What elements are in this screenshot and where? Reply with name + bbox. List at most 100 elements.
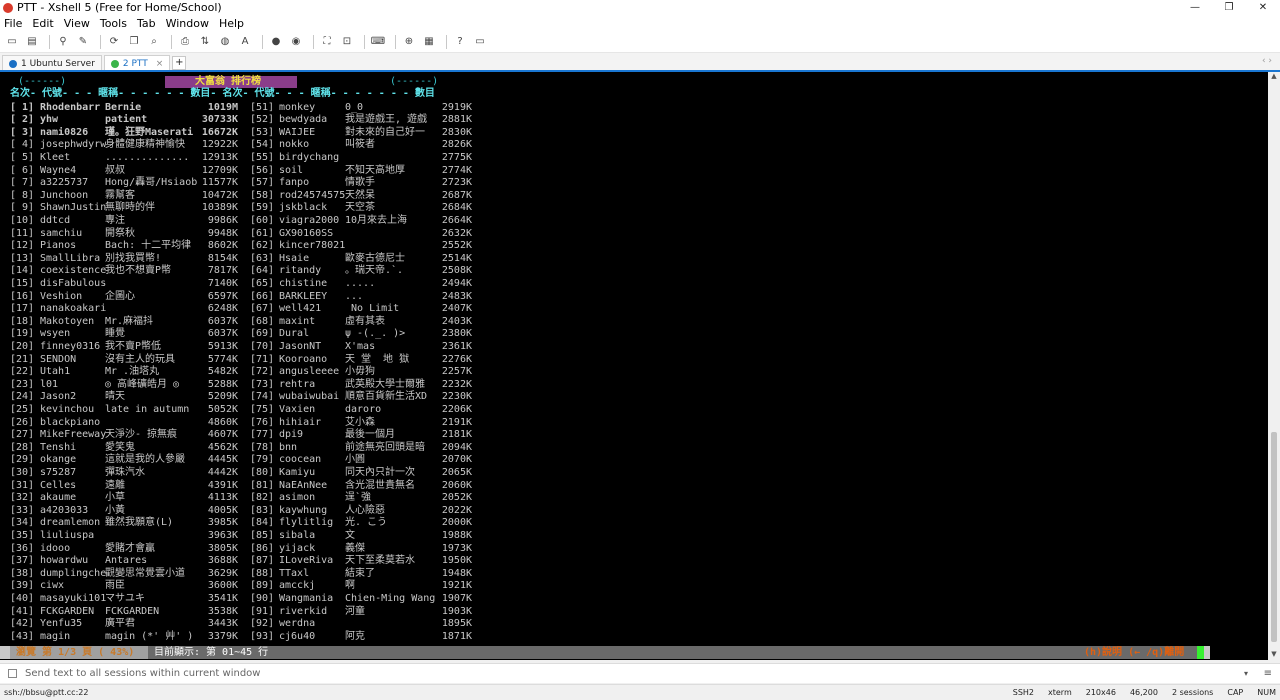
amount-cell: 7817K: [207, 265, 238, 277]
minimize-button[interactable]: —: [1178, 0, 1212, 15]
scroll-thumb[interactable]: [1271, 432, 1277, 642]
fullscreen-icon[interactable]: ⛶: [319, 35, 335, 49]
xftp-icon[interactable]: ●: [268, 35, 284, 49]
rank-cell: [72]: [250, 366, 275, 378]
nickname-cell: 0_0: [345, 101, 364, 113]
amount-cell: 5209K: [207, 391, 238, 403]
rank-cell: [41]: [10, 605, 35, 617]
amount-cell: 7140K: [207, 277, 238, 289]
close-button[interactable]: ✕: [1246, 0, 1280, 15]
menu-file[interactable]: File: [4, 17, 22, 30]
user-id-cell: Rhodenbarr: [40, 101, 101, 113]
layout-icon[interactable]: ▦: [421, 35, 437, 49]
menu-help[interactable]: Help: [219, 17, 244, 30]
amount-cell: 1895K: [441, 618, 472, 630]
nickname-cell: Mr.麻福抖: [105, 315, 154, 327]
compose-menu-icon[interactable]: ≡: [1264, 668, 1272, 679]
rank-cell: [ 7]: [10, 177, 35, 189]
send-all-input[interactable]: Send text to all sessions within current…: [25, 668, 260, 679]
ranking-title: 大富翁 排行榜: [195, 76, 262, 87]
connect-icon[interactable]: ⚲: [55, 35, 71, 49]
toolbar-separator: [100, 34, 101, 49]
reconnect-icon[interactable]: ⟳: [106, 35, 122, 49]
nickname-cell: 。瑞天帝.`.: [345, 265, 404, 277]
user-id-cell: Kleet: [40, 151, 71, 163]
terminal-view[interactable]: (------) 大富翁 排行榜 (------) 名次- 代號- - - 暱稱…: [0, 72, 1268, 660]
user-id-cell: SENDON: [40, 353, 77, 365]
amount-cell: 2830K: [441, 126, 472, 138]
rank-cell: [31]: [10, 479, 35, 491]
amount-cell: 1871K: [441, 630, 472, 642]
user-id-cell: Tenshi: [40, 441, 77, 453]
open-folder-icon[interactable]: ▤: [24, 35, 40, 49]
user-id-cell: jskblack: [279, 202, 328, 214]
user-id-cell: kevinchou: [40, 403, 95, 415]
rank-cell: [23]: [10, 378, 35, 390]
lock-icon[interactable]: ⊡: [339, 35, 355, 49]
add-icon[interactable]: ⊕: [401, 35, 417, 49]
scroll-up-icon[interactable]: ▲: [1268, 72, 1280, 82]
menu-edit[interactable]: Edit: [32, 17, 53, 30]
compose-icon[interactable]: [8, 669, 17, 678]
tab-ptt[interactable]: 2 PTT ×: [103, 55, 171, 71]
copy-icon[interactable]: ❐: [126, 35, 142, 49]
tab-ubuntu-server[interactable]: 1 Ubuntu Server: [2, 55, 102, 71]
rank-cell: [86]: [250, 542, 275, 554]
rank-cell: [38]: [10, 567, 35, 579]
menu-tab[interactable]: Tab: [137, 17, 156, 30]
menu-view[interactable]: View: [64, 17, 90, 30]
cursor-position: 46,200: [1129, 688, 1158, 697]
toolbar-separator: [364, 34, 365, 49]
menu-window[interactable]: Window: [166, 17, 209, 30]
new-tab-button[interactable]: +: [172, 56, 187, 70]
transfer-icon[interactable]: ⇅: [197, 35, 213, 49]
rank-cell: [35]: [10, 529, 35, 541]
user-id-cell: sibala: [279, 529, 316, 541]
rank-cell: [78]: [250, 441, 275, 453]
print-icon[interactable]: ⎙: [177, 35, 193, 49]
globe-icon[interactable]: ◍: [217, 35, 233, 49]
close-tab-icon[interactable]: ×: [156, 59, 164, 69]
user-id-cell: Makotoyen: [40, 315, 95, 327]
rank-cell: [57]: [250, 177, 275, 189]
nickname-cell: FCKGARDEN: [105, 605, 160, 617]
send-target-dropdown[interactable]: ▾: [1244, 669, 1248, 678]
menu-tools[interactable]: Tools: [100, 17, 127, 30]
tab-scroll-arrows[interactable]: ‹ ›: [1262, 56, 1272, 66]
rank-cell: [56]: [250, 164, 275, 176]
rank-cell: [22]: [10, 366, 35, 378]
chat-icon[interactable]: ▭: [472, 35, 488, 49]
amount-cell: 2664K: [441, 214, 472, 226]
terminal-type: xterm: [1048, 688, 1072, 697]
rank-cell: [79]: [250, 454, 275, 466]
amount-cell: 4442K: [207, 466, 238, 478]
nickname-cell: Mr .油塔丸: [105, 366, 160, 378]
new-session-icon[interactable]: ▭: [4, 35, 20, 49]
scroll-down-icon[interactable]: ▼: [1268, 650, 1280, 660]
amount-cell: 2070K: [441, 454, 472, 466]
nickname-cell: 含光混世貴無名: [345, 479, 415, 491]
rank-cell: [90]: [250, 592, 275, 604]
nickname-cell: 霧幫客: [105, 189, 135, 201]
rank-cell: [71]: [250, 353, 275, 365]
user-id-cell: NaEAnNee: [279, 479, 328, 491]
user-id-cell: dumplingche: [40, 567, 107, 579]
nickname-cell: 小毋狗: [345, 366, 375, 378]
script-icon[interactable]: ◉: [288, 35, 304, 49]
amount-cell: 9948K: [207, 227, 238, 239]
rank-cell: [28]: [10, 441, 35, 453]
disconnect-icon[interactable]: ✎: [75, 35, 91, 49]
nickname-cell: .....: [345, 277, 376, 289]
toolbar-separator: [395, 34, 396, 49]
nickname-cell: 愛賭才會贏: [105, 542, 155, 554]
nickname-cell: 逞`強: [345, 492, 372, 504]
help-icon[interactable]: ?: [452, 35, 468, 49]
find-icon[interactable]: ⌕: [146, 35, 162, 49]
terminal-scrollbar[interactable]: ▲ ▼: [1268, 72, 1280, 660]
keyboard-icon[interactable]: ⌨: [370, 35, 386, 49]
user-id-cell: riverkid: [279, 605, 328, 617]
font-icon[interactable]: A: [237, 35, 253, 49]
maximize-button[interactable]: ❐: [1212, 0, 1246, 15]
nickname-cell: X'mas: [345, 340, 376, 352]
rank-cell: [80]: [250, 466, 275, 478]
